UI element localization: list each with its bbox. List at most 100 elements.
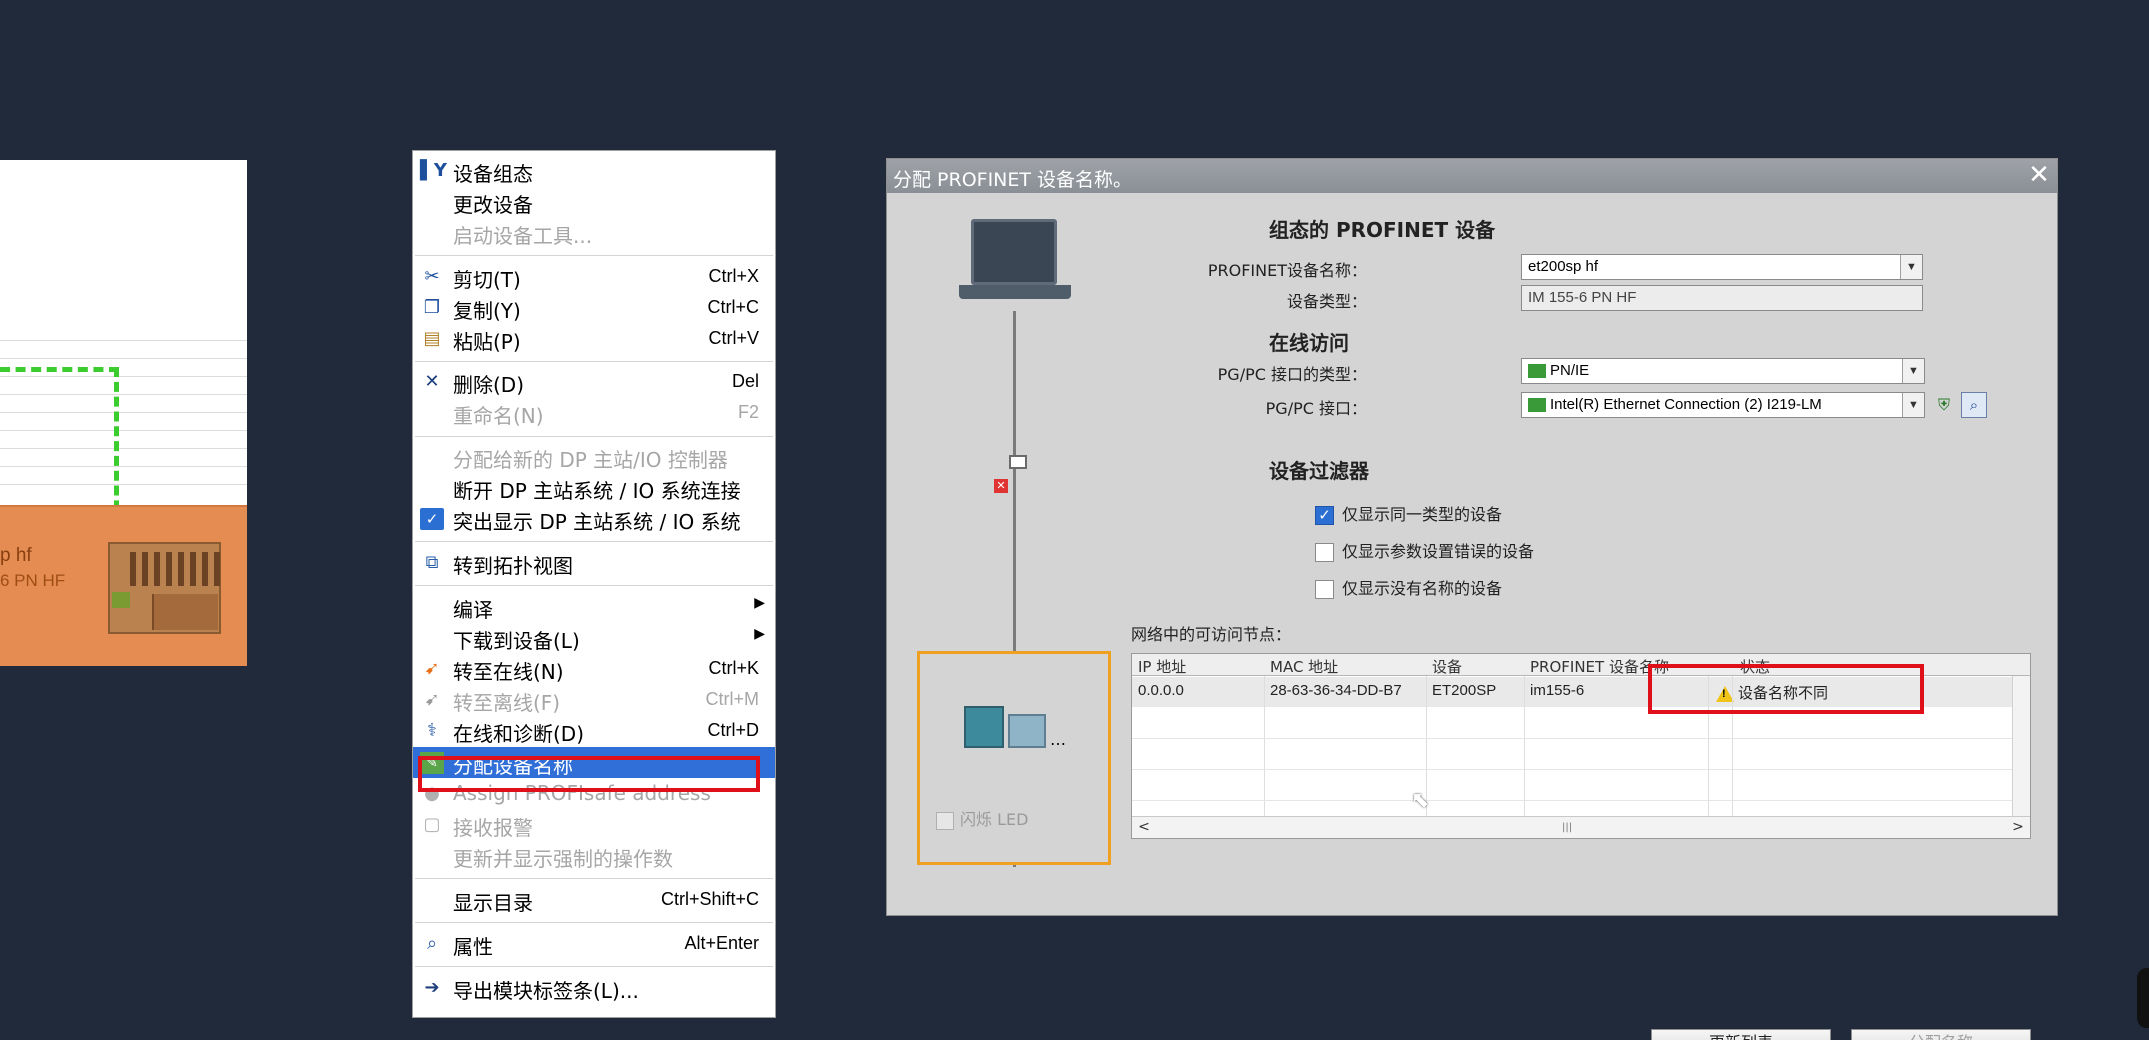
menu-item-download[interactable]: 下载到设备(L) ▶ (413, 622, 775, 653)
submenu-arrow-icon: ▶ (754, 626, 765, 642)
filter-param-error-checkbox[interactable]: 仅显示参数设置错误的设备 (1315, 538, 1534, 562)
grid-line (0, 430, 247, 431)
grid-line (0, 466, 247, 467)
grid-line (0, 448, 247, 449)
dialog-titlebar[interactable]: 分配 PROFINET 设备名称。 ✕ (887, 159, 2057, 193)
menu-item-disconnect-io-system[interactable]: 断开 DP 主站系统 / IO 系统连接 (413, 472, 775, 503)
column-divider (1524, 676, 1525, 818)
menu-item-online-diagnostics[interactable]: ⚕ 在线和诊断(D) Ctrl+D (413, 715, 775, 746)
ethernet-card-icon (1528, 398, 1546, 413)
pgpc-interface-label: PG/PC 接口： (1265, 399, 1367, 418)
module-led (112, 592, 130, 608)
paste-icon: ▤ (423, 328, 441, 349)
chevron-down-icon: ▼ (1900, 255, 1922, 279)
menu-item-device-config[interactable]: ▌Y 设备组态 (413, 155, 775, 186)
accessible-nodes-label: 网络中的可访问节点： (1131, 625, 1292, 644)
menu-item-go-online[interactable]: ➹ 转至在线(N) Ctrl+K (413, 653, 775, 684)
pgpc-type-label: PG/PC 接口的类型： (1217, 365, 1367, 384)
flash-led-checkbox[interactable]: 闪烁 LED (936, 806, 1028, 830)
submenu-arrow-icon: ▶ (754, 595, 765, 611)
device-type-field: IM 155-6 PN HF (1521, 285, 1923, 311)
filter-no-name-checkbox[interactable]: 仅显示没有名称的设备 (1315, 575, 1502, 599)
diagnostics-icon: ⚕ (427, 720, 437, 741)
menu-item-copy[interactable]: ❐ 复制(Y) Ctrl+C (413, 292, 775, 323)
checkbox-icon (936, 811, 954, 830)
corner-overlay (2137, 968, 2149, 1028)
chevron-down-icon: ▼ (1902, 393, 1924, 417)
grid-line (0, 358, 247, 359)
scroll-right-icon[interactable]: > (2008, 818, 2028, 836)
row-divider (1132, 800, 2030, 801)
more-modules-icon: … (1050, 730, 1066, 749)
pg-pc-computer-icon (959, 219, 1071, 311)
menu-item-delete[interactable]: ✕ 删除(D) Del (413, 366, 775, 397)
row-divider (1132, 769, 2030, 770)
interface-properties-icon[interactable]: ⛨ (1933, 393, 1955, 417)
target-device-box: … 闪烁 LED (917, 651, 1111, 865)
horizontal-scrollbar[interactable]: < ||| > (1132, 816, 2030, 838)
scroll-thumb-icon[interactable]: ||| (1562, 822, 1572, 833)
menu-item-export-labels[interactable]: ➔ 导出模块标签条(L)... (413, 972, 775, 1003)
pgpc-interface-dropdown[interactable]: Intel(R) Ethernet Connection (2) I219-LM… (1521, 392, 1925, 418)
dialog-title: 分配 PROFINET 设备名称。 (893, 169, 1133, 191)
refresh-list-button[interactable]: 更新列表 (1651, 1029, 1831, 1040)
highlight-annotation-box (418, 756, 760, 792)
network-adapter-icon (1528, 364, 1546, 379)
search-icon[interactable]: ⌕ (1961, 392, 1987, 418)
properties-icon: ⌕ (426, 933, 438, 954)
menu-item-cut[interactable]: ✂ 剪切(T) Ctrl+X (413, 261, 775, 292)
menu-item-rename[interactable]: 重命名(N) F2 (413, 397, 775, 428)
checkbox-icon (1315, 543, 1334, 562)
go-offline-icon: ➹ (424, 689, 440, 710)
column-device[interactable]: 设备 (1432, 656, 1462, 677)
grid-line (0, 340, 247, 341)
device-type-label: 设备类型： (1286, 292, 1367, 311)
column-ip[interactable]: IP 地址 (1138, 656, 1186, 677)
menu-item-assign-dp-master[interactable]: 分配给新的 DP 主站/IO 控制器 (413, 441, 775, 472)
menu-item-highlight-io-system[interactable]: ✓ 突出显示 DP 主站系统 / IO 系统 (413, 503, 775, 534)
pgpc-type-dropdown[interactable]: PN/IE ▼ (1521, 358, 1925, 384)
menu-item-change-device[interactable]: 更改设备 (413, 186, 775, 217)
device-module[interactable] (108, 542, 221, 634)
menu-separator (415, 436, 773, 437)
scroll-left-icon[interactable]: < (1134, 818, 1154, 836)
menu-separator (415, 922, 773, 923)
context-menu: ▌Y 设备组态 更改设备 启动设备工具... ✂ 剪切(T) Ctrl+X ❐ … (412, 150, 776, 1018)
menu-item-paste[interactable]: ▤ 粘贴(P) Ctrl+V (413, 323, 775, 354)
menu-separator (415, 255, 773, 256)
menu-separator (415, 966, 773, 967)
filter-same-type-checkbox[interactable]: ✓ 仅显示同一类型的设备 (1315, 501, 1502, 525)
profinet-name-dropdown[interactable]: et200sp hf ▼ (1521, 254, 1923, 280)
grid-line (0, 394, 247, 395)
menu-item-compile[interactable]: 编译 ▶ (413, 591, 775, 622)
menu-item-properties[interactable]: ⌕ 属性 Alt+Enter (413, 928, 775, 959)
go-online-icon: ➹ (424, 658, 440, 679)
vertical-scrollbar[interactable] (2012, 676, 2030, 818)
scissors-icon: ✂ (424, 266, 440, 287)
grid-line (0, 376, 247, 377)
status-annotation-box (1648, 664, 1924, 714)
cell-profinet-name: im155-6 (1530, 682, 1585, 699)
column-mac[interactable]: MAC 地址 (1270, 656, 1338, 677)
io-module-icon (1008, 714, 1046, 748)
menu-item-show-catalog[interactable]: 显示目录 Ctrl+Shift+C (413, 884, 775, 915)
menu-item-topology-view[interactable]: ⧉ 转到拓扑视图 (413, 547, 775, 578)
assign-name-button[interactable]: 分配名称 (1851, 1029, 2031, 1040)
menu-item-go-offline[interactable]: ➹ 转至离线(F) Ctrl+M (413, 684, 775, 715)
device-filter-heading: 设备过滤器 (1269, 459, 1369, 483)
menu-item-receive-alarms[interactable]: ▢ 接收报警 (413, 809, 775, 840)
menu-separator (415, 878, 773, 879)
menu-item-start-device-tool[interactable]: 启动设备工具... (413, 217, 775, 248)
checkbox-checked-icon: ✓ (1315, 506, 1334, 525)
checkbox-icon (1315, 580, 1334, 599)
chevron-down-icon: ▼ (1902, 359, 1924, 383)
network-port-icon (1009, 455, 1027, 469)
assign-profinet-name-dialog: 分配 PROFINET 设备名称。 ✕ ✕ … 闪烁 LED 组态的 PROFI… (886, 158, 2058, 1040)
row-divider (1132, 738, 2030, 739)
flash-led-label: 闪烁 LED (960, 810, 1029, 829)
profinet-name-label: PROFINET设备名称： (1207, 261, 1367, 280)
copy-icon: ❐ (423, 297, 441, 318)
menu-item-update-forced-operands[interactable]: 更新并显示强制的操作数 (413, 840, 775, 871)
close-icon[interactable]: ✕ (2025, 161, 2053, 189)
export-icon: ➔ (424, 977, 440, 998)
